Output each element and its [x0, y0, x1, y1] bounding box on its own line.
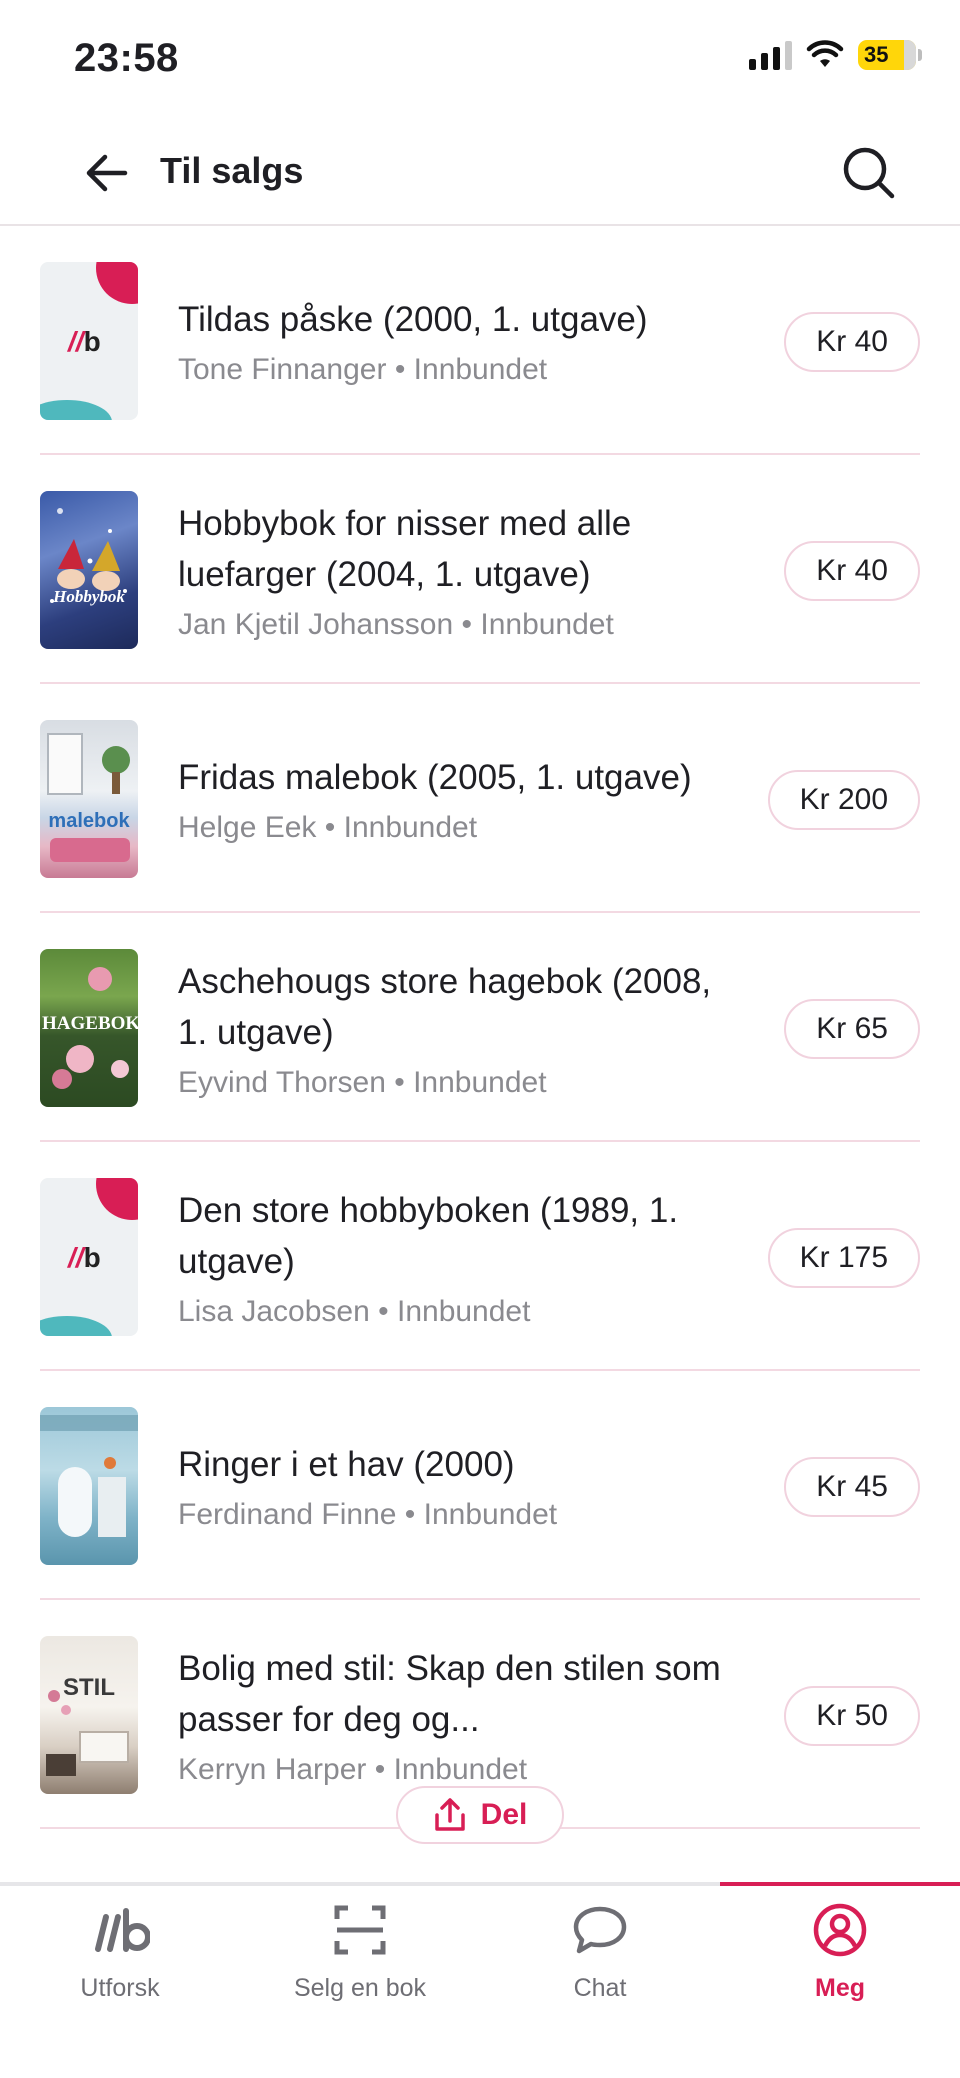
share-label: Del — [480, 1798, 528, 1831]
bottom-nav: Utforsk Selg en bok Chat Meg — [0, 1882, 960, 2078]
book-meta: Helge Eek • Innbundet — [178, 811, 478, 844]
book-cover: HAGEBOK — [40, 949, 138, 1107]
book-title: Fridas malebok (2005, 1. utgave) — [178, 758, 692, 797]
price-badge[interactable]: Kr 45 — [784, 1457, 920, 1517]
book-list: //b Tildas påske (2000, 1. utgave) Tone … — [40, 226, 920, 1829]
book-title: Den store hobbyboken (1989, 1. utgave) — [178, 1190, 679, 1281]
book-title: Hobbybok for nisser med alle luefarger (… — [178, 503, 632, 594]
book-title: Bolig med stil: Skap den stilen som pass… — [178, 1648, 721, 1739]
list-item[interactable]: //b Den store hobbyboken (1989, 1. utgav… — [40, 1142, 920, 1371]
nav-label: Chat — [573, 1974, 627, 2002]
active-tab-indicator — [720, 1882, 960, 1886]
book-cover-placeholder: //b — [40, 262, 138, 420]
app-header: Til salgs — [0, 120, 960, 226]
list-item[interactable]: Hobbybok Hobbybok for nisser med alle lu… — [40, 455, 920, 684]
cover-title: STIL — [63, 1674, 115, 1701]
cellular-signal-icon — [749, 40, 792, 70]
search-icon — [843, 147, 895, 199]
nav-label: Meg — [815, 1974, 865, 2002]
price-badge[interactable]: Kr 200 — [767, 770, 920, 830]
nav-label: Utforsk — [80, 1974, 160, 2002]
book-title: Tildas påske (2000, 1. utgave) — [178, 300, 648, 339]
price-badge[interactable]: Kr 175 — [767, 1228, 920, 1288]
search-button[interactable] — [838, 142, 900, 204]
book-meta: Eyvind Thorsen • Innbundet — [178, 1065, 547, 1099]
battery-percent: 35 — [864, 42, 889, 67]
list-item[interactable]: Ringer i et hav (2000) Ferdinand Finne •… — [40, 1371, 920, 1600]
status-bar: 23:58 35 — [0, 0, 960, 120]
scan-icon — [330, 1900, 390, 1960]
status-icons: 35 — [749, 40, 922, 70]
price-badge[interactable]: Kr 40 — [784, 541, 920, 601]
price-badge[interactable]: Kr 65 — [784, 999, 920, 1059]
chat-bubble-icon — [570, 1900, 630, 1960]
book-meta: Ferdinand Finne • Innbundet — [178, 1498, 558, 1531]
book-meta: Tone Finnanger • Innbundet — [178, 353, 548, 386]
profile-icon — [810, 1900, 870, 1960]
list-item[interactable]: malebok Fridas malebok (2005, 1. utgave)… — [40, 684, 920, 913]
nav-item-chat[interactable]: Chat — [480, 1900, 720, 2010]
book-meta: Jan Kjetil Johansson • Innbundet — [178, 607, 614, 641]
back-button[interactable] — [82, 148, 132, 198]
book-meta: Lisa Jacobsen • Innbundet — [178, 1294, 531, 1328]
nav-item-selg-en-bok[interactable]: Selg en bok — [240, 1900, 480, 2010]
lb-logo-icon — [90, 1900, 150, 1960]
price-badge[interactable]: Kr 50 — [784, 1686, 920, 1746]
book-cover: malebok — [40, 720, 138, 878]
cover-title: HAGEBOK — [42, 1013, 138, 1034]
book-cover: STIL — [40, 1636, 138, 1794]
cover-title: Hobbybok — [53, 587, 125, 606]
nav-item-utforsk[interactable]: Utforsk — [0, 1900, 240, 2010]
book-cover — [40, 1407, 138, 1565]
status-time: 23:58 — [74, 36, 179, 80]
wifi-icon — [806, 40, 844, 67]
arrow-left-icon — [86, 154, 128, 192]
nav-item-meg[interactable]: Meg — [720, 1900, 960, 2010]
list-item[interactable]: //b Tildas påske (2000, 1. utgave) Tone … — [40, 226, 920, 455]
share-button[interactable]: Del — [396, 1786, 564, 1844]
battery-icon: 35 — [858, 40, 922, 70]
nav-label: Selg en bok — [293, 1974, 427, 2002]
list-item[interactable]: HAGEBOK Aschehougs store hagebok (2008, … — [40, 913, 920, 1142]
book-title: Ringer i et hav (2000) — [178, 1445, 515, 1484]
book-cover: Hobbybok — [40, 491, 138, 649]
book-meta: Kerryn Harper • Innbundet — [178, 1752, 528, 1786]
price-badge[interactable]: Kr 40 — [784, 312, 920, 372]
page-title: Til salgs — [160, 150, 304, 191]
book-cover-placeholder: //b — [40, 1178, 138, 1336]
cover-title: malebok — [48, 810, 130, 832]
lb-logo-icon: //b — [68, 1242, 101, 1273]
lb-logo-icon: //b — [68, 326, 101, 357]
share-icon — [434, 1798, 465, 1831]
book-title: Aschehougs store hagebok (2008, 1. utgav… — [178, 961, 712, 1052]
